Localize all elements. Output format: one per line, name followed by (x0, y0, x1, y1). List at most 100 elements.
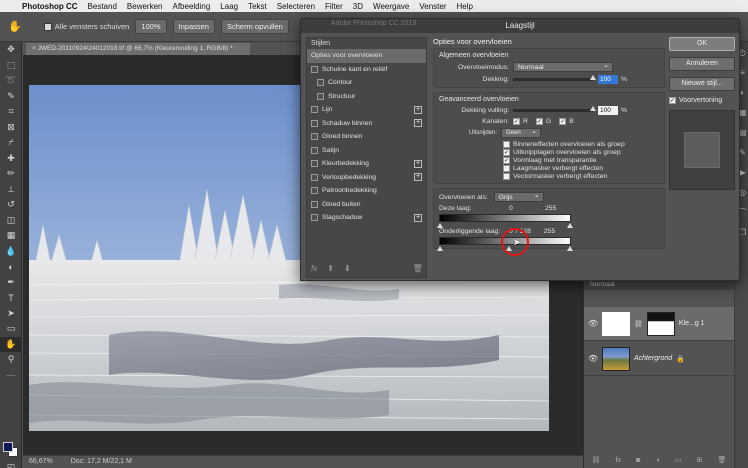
opacity-value-field[interactable]: 100 (598, 75, 618, 84)
fill-screen-button[interactable]: Scherm opvullen (220, 19, 289, 34)
menu-selecteren[interactable]: Selecteren (277, 2, 315, 11)
underlying-high-value[interactable]: 255 (544, 228, 555, 235)
layer-row[interactable]: 👁 Achtergrond 🔒 (584, 342, 734, 376)
style-checkbox[interactable] (311, 65, 318, 73)
blend-interior-checkbox[interactable] (503, 141, 510, 148)
style-texture[interactable]: Structuur (307, 90, 426, 104)
layer-name[interactable]: Kle...g 1 (679, 320, 705, 327)
add-style-icon[interactable]: + (414, 119, 422, 128)
style-checkbox[interactable] (311, 200, 318, 208)
fx-icon[interactable]: fx (616, 457, 621, 464)
style-blending-options[interactable]: Opties voor overvloeien (307, 49, 426, 63)
channel-g-checkbox[interactable]: ✓ (535, 118, 543, 125)
styles-header[interactable]: Stijlen (307, 38, 426, 49)
preview-toggle[interactable]: ✓ Voorvertoning (669, 97, 735, 104)
this-layer-white-knob[interactable] (567, 223, 573, 228)
fill-opacity-knob[interactable] (590, 106, 596, 111)
menu-laag[interactable]: Laag (220, 2, 238, 11)
style-checkbox[interactable] (317, 79, 324, 87)
underlying-black-knob[interactable] (437, 246, 443, 251)
style-checkbox[interactable] (311, 133, 318, 141)
preview-checkbox[interactable]: ✓ (669, 97, 676, 104)
style-checkbox[interactable] (311, 106, 318, 114)
link-chain-icon[interactable]: ⛓ (634, 320, 643, 328)
app-menu[interactable]: Photoshop CC (22, 2, 78, 11)
transparency-shapes-checkbox[interactable]: ✓ (503, 157, 510, 164)
style-checkbox[interactable] (317, 92, 324, 100)
style-inner-shadow[interactable]: Schaduw binnen + (307, 117, 426, 131)
all-windows-box[interactable] (43, 23, 52, 31)
opacity-slider[interactable] (513, 75, 596, 81)
opacity-knob[interactable] (590, 75, 596, 80)
marquee-tool-icon[interactable]: ⬚ (0, 58, 22, 74)
menu-venster[interactable]: Venster (419, 2, 446, 11)
add-style-icon[interactable]: + (414, 173, 422, 182)
path-select-icon[interactable]: ➤ (0, 306, 22, 322)
new-style-button[interactable]: Nieuwe stijl... (669, 77, 735, 91)
quick-select-icon[interactable]: ✎ (0, 89, 22, 105)
all-windows-checkbox[interactable]: Alle vensters schuiven (43, 22, 129, 31)
move-down-icon[interactable]: ⬇ (344, 264, 351, 273)
document-tab[interactable]: × JWED-20110924\24012018.tif @ 66,7% (Kl… (26, 43, 250, 55)
fit-screen-button[interactable]: Inpassen (172, 19, 215, 34)
menu-tekst[interactable]: Tekst (248, 2, 267, 11)
add-style-icon[interactable]: + (414, 159, 422, 168)
zoom-100-button[interactable]: 100% (135, 19, 167, 34)
style-gradient-overlay[interactable]: Verloopbedekking + (307, 171, 426, 185)
visibility-eye-icon[interactable]: 👁 (588, 354, 598, 363)
menu-3d[interactable]: 3D (353, 2, 363, 11)
this-layer-black-knob[interactable] (437, 223, 443, 228)
style-outer-glow[interactable]: Gloed buiten (307, 198, 426, 212)
style-checkbox[interactable] (311, 173, 318, 181)
healing-brush-icon[interactable]: ✚ (0, 151, 22, 167)
link-layers-icon[interactable]: ⛓ (592, 456, 601, 464)
style-checkbox[interactable] (311, 160, 318, 168)
layer-mask-hides-checkbox[interactable] (503, 165, 510, 172)
add-mask-icon[interactable]: ◙ (636, 457, 640, 464)
vector-mask-hides-checkbox[interactable] (503, 173, 510, 180)
dodge-tool-icon[interactable]: ◐ (0, 259, 22, 275)
menu-bewerken[interactable]: Bewerken (127, 2, 163, 11)
this-layer-gradient[interactable] (437, 214, 573, 228)
clone-stamp-icon[interactable]: ⊥ (0, 182, 22, 198)
layer-row[interactable]: 👁 ⛓ Kle...g 1 (584, 307, 734, 341)
ok-button[interactable]: OK (669, 37, 735, 51)
style-checkbox[interactable] (311, 146, 318, 154)
layer-mask-thumbnail[interactable] (646, 311, 675, 336)
hand-tool-icon[interactable]: ✋ (8, 20, 22, 33)
style-checkbox[interactable] (311, 187, 318, 195)
eyedropper-icon[interactable]: ⌿ (0, 135, 22, 151)
hand-tool-icon-2[interactable]: ✋ (0, 336, 22, 352)
frame-tool-icon[interactable]: ⊠ (0, 120, 22, 136)
menu-filter[interactable]: Filter (325, 2, 343, 11)
blend-mode-dropdown[interactable]: Normaal (513, 61, 613, 72)
zoom-tool-icon[interactable]: ⚲ (0, 352, 22, 368)
move-up-icon[interactable]: ⬆ (327, 264, 334, 273)
menu-afbeelding[interactable]: Afbeelding (172, 2, 210, 11)
new-layer-icon[interactable]: ⊞ (697, 456, 703, 464)
fx-icon[interactable]: fx (311, 264, 317, 273)
more-tools-icon[interactable]: ··· (0, 368, 22, 384)
style-drop-shadow[interactable]: Slagschaduw + (307, 211, 426, 225)
zoom-readout[interactable]: 66,67% (29, 456, 53, 468)
style-bevel-emboss[interactable]: Schuine kant en reliëf (307, 63, 426, 77)
quick-mask-icon[interactable]: ◰ (0, 460, 22, 468)
eraser-icon[interactable]: ◫ (0, 213, 22, 229)
move-tool-icon[interactable]: ✥ (0, 42, 22, 58)
style-stroke[interactable]: Lijn + (307, 103, 426, 117)
fill-opacity-slider[interactable] (513, 106, 596, 112)
new-group-icon[interactable]: ▭ (675, 456, 682, 464)
layer-name[interactable]: Achtergrond (634, 355, 672, 362)
layers-blend-mode[interactable]: Normaal (584, 280, 734, 290)
brush-tool-icon[interactable]: ✏ (0, 166, 22, 182)
delete-style-icon[interactable]: 🗑 (413, 264, 423, 273)
menu-weergave[interactable]: Weergave (373, 2, 409, 11)
shape-tool-icon[interactable]: ▭ (0, 321, 22, 337)
blend-clipped-checkbox[interactable]: ✓ (503, 149, 510, 156)
style-inner-glow[interactable]: Gloed binnen (307, 130, 426, 144)
history-brush-icon[interactable]: ↺ (0, 197, 22, 213)
style-checkbox[interactable] (311, 119, 318, 127)
style-pattern-overlay[interactable]: Patroonbedekking (307, 184, 426, 198)
foreground-color-swatch[interactable] (3, 442, 13, 452)
channel-r-checkbox[interactable]: ✓ (513, 118, 520, 125)
